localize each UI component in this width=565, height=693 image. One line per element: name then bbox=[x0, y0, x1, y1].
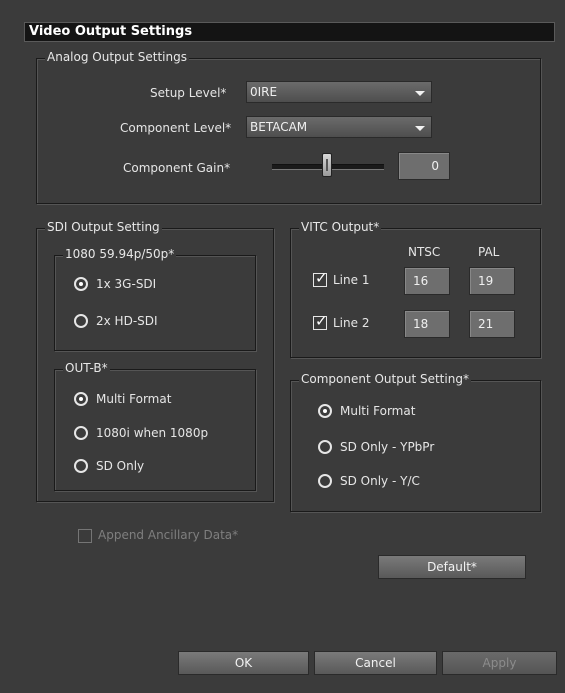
vitc-ntsc-header: NTSC bbox=[408, 245, 441, 259]
component-level-label: Component Level* bbox=[120, 121, 232, 135]
radio-label: 1080i when 1080p bbox=[96, 426, 209, 440]
radio-label: SD Only bbox=[96, 459, 145, 473]
outb-legend: OUT-B* bbox=[63, 361, 110, 375]
vitc-line2-ntsc-value: 18 bbox=[413, 317, 429, 331]
radio-indicator bbox=[74, 426, 88, 440]
chevron-down-icon bbox=[415, 91, 425, 96]
dialog-window: Video Output Settings Analog Output Sett… bbox=[0, 0, 565, 693]
vitc-line1-pal-value: 19 bbox=[478, 274, 494, 288]
component-gain-slider-thumb[interactable] bbox=[322, 153, 332, 177]
p1080-legend: 1080 59.94p/50p* bbox=[63, 247, 177, 261]
append-ancillary-checkbox[interactable]: Append Ancillary Data* bbox=[78, 527, 278, 547]
vitc-line2-pal-value: 21 bbox=[478, 317, 494, 331]
vitc-line1-label: Line 1 bbox=[333, 273, 370, 287]
radio-label: 2x HD-SDI bbox=[96, 314, 158, 328]
vitc-line1-ntsc-value: 16 bbox=[413, 274, 429, 288]
checkbox-box: ✓ bbox=[313, 312, 328, 330]
setup-level-dropdown[interactable]: 0IRE bbox=[246, 81, 432, 103]
title-bar: Video Output Settings bbox=[24, 22, 555, 42]
checkbox-box: ✓ bbox=[313, 269, 328, 287]
sdi-output-legend: SDI Output Setting bbox=[45, 220, 162, 234]
setup-level-value: 0IRE bbox=[250, 85, 278, 99]
window-title: Video Output Settings bbox=[29, 24, 193, 39]
analog-output-legend: Analog Output Settings bbox=[45, 50, 189, 64]
cancel-button[interactable]: Cancel bbox=[314, 651, 437, 675]
vitc-pal-header: PAL bbox=[478, 245, 500, 259]
radio-label: Multi Format bbox=[96, 392, 172, 406]
checkmark-icon: ✓ bbox=[315, 269, 328, 287]
component-level-dropdown[interactable]: BETACAM bbox=[246, 116, 432, 138]
chevron-down-icon bbox=[415, 126, 425, 131]
radio-indicator bbox=[318, 404, 332, 418]
radio-indicator bbox=[74, 392, 88, 406]
p1080-group: 1080 59.94p/50p* bbox=[54, 247, 256, 351]
component-output-legend: Component Output Setting* bbox=[299, 372, 471, 386]
component-gain-label: Component Gain* bbox=[123, 161, 231, 175]
radio-indicator bbox=[318, 440, 332, 454]
radio-indicator bbox=[74, 314, 88, 328]
component-level-value: BETACAM bbox=[250, 120, 308, 134]
checkbox-box bbox=[78, 529, 92, 543]
component-gain-field[interactable]: 0 bbox=[398, 152, 450, 180]
radio-indicator bbox=[74, 459, 88, 473]
vitc-line2-pal-field[interactable]: 21 bbox=[469, 310, 515, 338]
default-button[interactable]: Default* bbox=[378, 555, 526, 579]
ok-button[interactable]: OK bbox=[178, 651, 309, 675]
vitc-line2-label: Line 2 bbox=[333, 316, 370, 330]
radio-indicator bbox=[318, 474, 332, 488]
append-ancillary-label: Append Ancillary Data* bbox=[98, 528, 239, 542]
radio-label: SD Only - YPbPr bbox=[340, 440, 435, 454]
setup-level-label: Setup Level* bbox=[150, 86, 227, 100]
vitc-line2-ntsc-field[interactable]: 18 bbox=[404, 310, 450, 338]
radio-label: SD Only - Y/C bbox=[340, 474, 420, 488]
apply-button[interactable]: Apply bbox=[442, 651, 557, 675]
vitc-line1-ntsc-field[interactable]: 16 bbox=[404, 267, 450, 295]
radio-indicator bbox=[74, 277, 88, 291]
vitc-line1-pal-field[interactable]: 19 bbox=[469, 267, 515, 295]
radio-label: Multi Format bbox=[340, 404, 416, 418]
checkmark-icon: ✓ bbox=[315, 312, 328, 330]
radio-label: 1x 3G-SDI bbox=[96, 277, 157, 291]
vitc-output-legend: VITC Output* bbox=[299, 220, 382, 234]
vitc-line1-checkbox[interactable]: ✓ Line 1 bbox=[313, 269, 383, 291]
component-gain-value: 0 bbox=[431, 159, 439, 173]
vitc-line2-checkbox[interactable]: ✓ Line 2 bbox=[313, 312, 383, 334]
